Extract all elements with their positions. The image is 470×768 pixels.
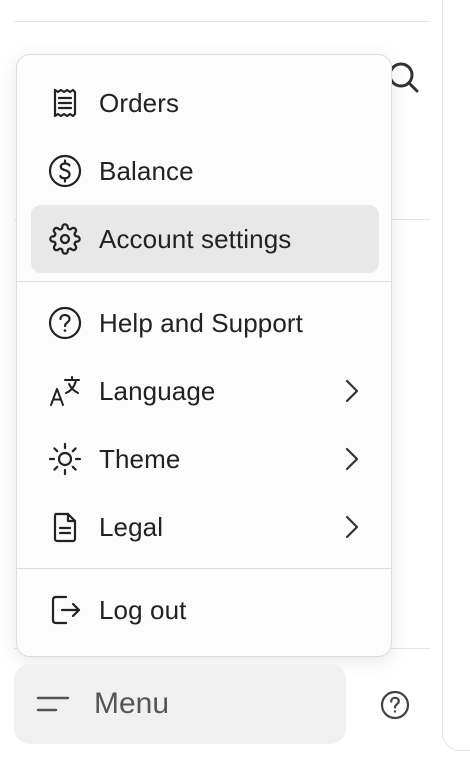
help-circle-icon	[380, 690, 410, 720]
menu-lines-icon	[34, 685, 72, 723]
menu-item-label: Log out	[99, 594, 187, 625]
logout-icon	[47, 592, 83, 628]
chevron-right-icon	[337, 513, 365, 541]
document-icon	[47, 509, 83, 545]
account-menu-popover: Orders Balance Account settings Help and…	[16, 54, 392, 657]
menu-item-label: Help and Support	[99, 307, 303, 338]
background-divider	[14, 21, 430, 22]
right-panel-edge	[442, 0, 470, 751]
menu-separator	[17, 568, 391, 569]
menu-button[interactable]: Menu	[14, 664, 346, 744]
receipt-icon	[47, 85, 83, 121]
dollar-circle-icon	[47, 153, 83, 189]
gear-icon	[47, 221, 83, 257]
help-circle-icon	[47, 305, 83, 341]
language-icon	[47, 373, 83, 409]
menu-item-legal[interactable]: Legal	[31, 493, 379, 561]
menu-item-label: Language	[99, 375, 216, 406]
help-button[interactable]	[378, 688, 412, 722]
sun-icon	[47, 441, 83, 477]
menu-item-label: Theme	[99, 443, 181, 474]
menu-item-help-support[interactable]: Help and Support	[31, 289, 379, 357]
menu-item-label: Legal	[99, 511, 164, 542]
chevron-right-icon	[337, 377, 365, 405]
menu-item-account-settings[interactable]: Account settings	[31, 205, 379, 273]
menu-button-label: Menu	[94, 687, 170, 720]
menu-item-label: Account settings	[99, 223, 292, 254]
menu-item-balance[interactable]: Balance	[31, 137, 379, 205]
menu-item-theme[interactable]: Theme	[31, 425, 379, 493]
menu-item-label: Orders	[99, 87, 180, 118]
chevron-right-icon	[337, 445, 365, 473]
menu-separator	[17, 281, 391, 282]
menu-item-log-out[interactable]: Log out	[31, 576, 379, 644]
menu-item-language[interactable]: Language	[31, 357, 379, 425]
menu-item-orders[interactable]: Orders	[31, 69, 379, 137]
menu-item-label: Balance	[99, 155, 194, 186]
